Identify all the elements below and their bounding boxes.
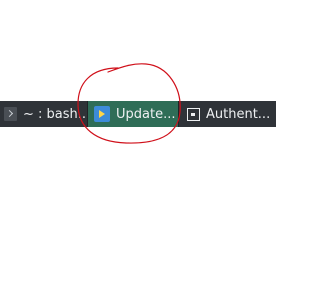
taskbar-item-update[interactable]: Update... — [87, 101, 179, 127]
taskbar-item-label: Update... — [116, 106, 176, 122]
taskbar-item-authentication[interactable]: Authent... — [179, 101, 276, 127]
taskbar: ~ : bash... Update... Authent... — [0, 101, 276, 127]
taskbar-item-bash[interactable]: ~ : bash... — [0, 101, 87, 127]
taskbar-item-label: ~ : bash... — [23, 106, 87, 122]
taskbar-item-label: Authent... — [206, 106, 271, 122]
red-circle-annotation — [77, 63, 181, 144]
screen: ~ : bash... Update... Authent... — [0, 0, 280, 289]
software-update-icon — [94, 106, 110, 122]
terminal-icon — [4, 107, 17, 121]
lock-icon — [187, 107, 200, 121]
